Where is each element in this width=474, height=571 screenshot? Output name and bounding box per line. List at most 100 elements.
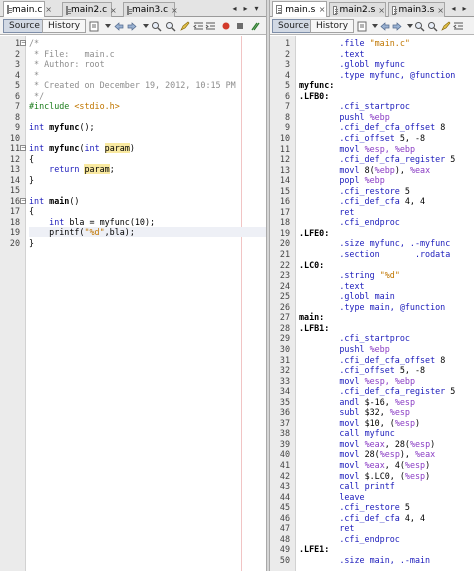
history-button[interactable]: History (42, 19, 87, 33)
code-line[interactable]: .string "%d" (299, 270, 474, 280)
code-line[interactable]: return param; (29, 164, 266, 174)
code-line[interactable]: #include <stdio.h> (29, 101, 266, 111)
code-area[interactable]: .file "main.c" .text .globl myfunc .type… (296, 36, 474, 571)
source-button[interactable]: Source (3, 19, 46, 33)
tab-main3-c[interactable]: main3.c × (123, 2, 178, 17)
code-line[interactable]: .type main, @function (299, 302, 474, 312)
shift-left-icon[interactable] (192, 20, 204, 32)
code-line[interactable]: main: (299, 312, 474, 322)
code-line[interactable]: .cfi_startproc (299, 101, 474, 111)
code-editor[interactable]: 1 2 3 4 5 6 7 8 9 10 11 12 13 14 15 16 17 18 19 20− − − /* * … (0, 36, 266, 571)
code-line[interactable]: int bla = myfunc(10); (29, 217, 266, 227)
last-edit-icon[interactable] (88, 20, 100, 32)
code-line[interactable]: movl $.LC0, (%esp) (299, 471, 474, 481)
code-line[interactable]: .cfi_def_cfa_offset 8 (299, 355, 474, 365)
tab-main2-c[interactable]: main2.c × (62, 2, 117, 17)
code-line[interactable]: .LFE1: (299, 544, 474, 554)
code-line[interactable]: .text (299, 49, 474, 59)
chevron-left-icon[interactable]: ◂ (448, 2, 459, 15)
code-line[interactable]: movl %eax, 28(%esp) (299, 439, 474, 449)
code-line[interactable]: movl 8(%ebp), %eax (299, 165, 474, 175)
code-line[interactable]: int myfunc(int param) (29, 143, 266, 153)
code-line[interactable]: int main() (29, 196, 266, 206)
code-line[interactable]: .cfi_endproc (299, 534, 474, 544)
code-line[interactable]: * (29, 70, 266, 80)
code-line[interactable]: .cfi_restore 5 (299, 502, 474, 512)
code-line[interactable]: call printf (299, 481, 474, 491)
code-line[interactable]: andl $-16, %esp (299, 397, 474, 407)
code-line[interactable]: .cfi_def_cfa_register 5 (299, 386, 474, 396)
chevron-right-icon[interactable]: ▸ (459, 2, 470, 15)
code-line[interactable]: .cfi_restore 5 (299, 186, 474, 196)
comment-icon[interactable] (248, 20, 260, 32)
close-icon[interactable]: × (437, 6, 444, 15)
close-icon[interactable]: × (378, 6, 385, 15)
code-line[interactable]: movl $10, (%esp) (299, 418, 474, 428)
code-line[interactable]: movl %eax, 4(%esp) (299, 460, 474, 470)
code-line[interactable]: { (29, 154, 266, 164)
code-line[interactable]: printf("%d",bla); (29, 227, 266, 237)
code-area[interactable]: /* * File: main.c * Author: root * * Cre… (26, 36, 266, 571)
code-line[interactable]: .LFB0: (299, 91, 474, 101)
code-line[interactable]: .text (299, 281, 474, 291)
tab-main3-s[interactable]: main3.s × (388, 2, 445, 17)
code-line[interactable]: ret (299, 207, 474, 217)
code-editor[interactable]: 1 2 3 4 5 6 7 8 9 10 11 12 13 14 15 16 17 18 19 20 21 22 23 24 2… (270, 36, 474, 571)
code-line[interactable]: movl 28(%esp), %eax (299, 449, 474, 459)
shift-right-icon[interactable] (204, 20, 216, 32)
code-line[interactable]: .cfi_def_cfa 4, 4 (299, 196, 474, 206)
forward-icon[interactable] (126, 20, 138, 32)
find-next-icon[interactable] (426, 20, 438, 32)
code-line[interactable]: .LC0: (299, 260, 474, 270)
toggle-highlight-icon[interactable] (178, 20, 190, 32)
code-line[interactable]: } (29, 238, 266, 248)
code-line[interactable] (29, 185, 266, 195)
toggle-highlight-icon[interactable] (439, 20, 451, 32)
code-line[interactable]: int myfunc(); (29, 122, 266, 132)
back-icon[interactable] (378, 20, 390, 32)
code-line[interactable]: .cfi_def_cfa_offset 8 (299, 122, 474, 132)
chevron-right-icon[interactable]: ▸ (240, 2, 251, 15)
record-macro-icon[interactable] (220, 20, 232, 32)
code-line[interactable]: * File: main.c (29, 49, 266, 59)
code-line[interactable]: * Author: root (29, 59, 266, 69)
code-line[interactable]: .size main, .-main (299, 555, 474, 565)
chevron-left-icon[interactable]: ◂ (229, 2, 240, 15)
code-line[interactable]: .cfi_endproc (299, 217, 474, 227)
code-line[interactable]: { (29, 206, 266, 216)
code-line[interactable]: subl $32, %esp (299, 407, 474, 417)
find-previous-icon[interactable] (413, 20, 425, 32)
stop-macro-icon[interactable] (234, 20, 246, 32)
forward-icon[interactable] (391, 20, 403, 32)
code-line[interactable]: .globl main (299, 291, 474, 301)
code-line[interactable]: .LFE0: (299, 228, 474, 238)
code-line[interactable]: */ (29, 91, 266, 101)
code-line[interactable]: myfunc: (299, 80, 474, 90)
code-line[interactable]: movl %esp, %ebp (299, 376, 474, 386)
tab-main-s[interactable]: main.s × (272, 1, 327, 17)
back-icon[interactable] (112, 20, 124, 32)
close-icon[interactable]: × (318, 5, 326, 14)
close-icon[interactable]: × (171, 6, 178, 15)
code-line[interactable]: .LFB1: (299, 323, 474, 333)
code-line[interactable]: .section .rodata (299, 249, 474, 259)
code-line[interactable]: .cfi_offset 5, -8 (299, 365, 474, 375)
tab-main2-s[interactable]: main2.s × (329, 2, 386, 17)
code-line[interactable]: } (29, 175, 266, 185)
find-previous-icon[interactable] (150, 20, 162, 32)
code-line[interactable]: .cfi_def_cfa_register 5 (299, 154, 474, 164)
shift-left-icon[interactable] (452, 20, 464, 32)
code-line[interactable] (29, 112, 266, 122)
dropdown-icon[interactable]: ▾ (251, 2, 262, 15)
code-line[interactable]: /* (29, 38, 266, 48)
code-line[interactable]: pushl %ebp (299, 344, 474, 354)
history-button[interactable]: History (310, 19, 355, 33)
close-icon[interactable]: × (45, 5, 52, 14)
find-next-icon[interactable] (164, 20, 176, 32)
source-button[interactable]: Source (272, 19, 315, 33)
code-line[interactable]: .file "main.c" (299, 38, 474, 48)
code-line[interactable]: .cfi_startproc (299, 333, 474, 343)
close-icon[interactable]: × (110, 6, 117, 15)
code-line[interactable]: .type myfunc, @function (299, 70, 474, 80)
code-line[interactable]: leave (299, 492, 474, 502)
